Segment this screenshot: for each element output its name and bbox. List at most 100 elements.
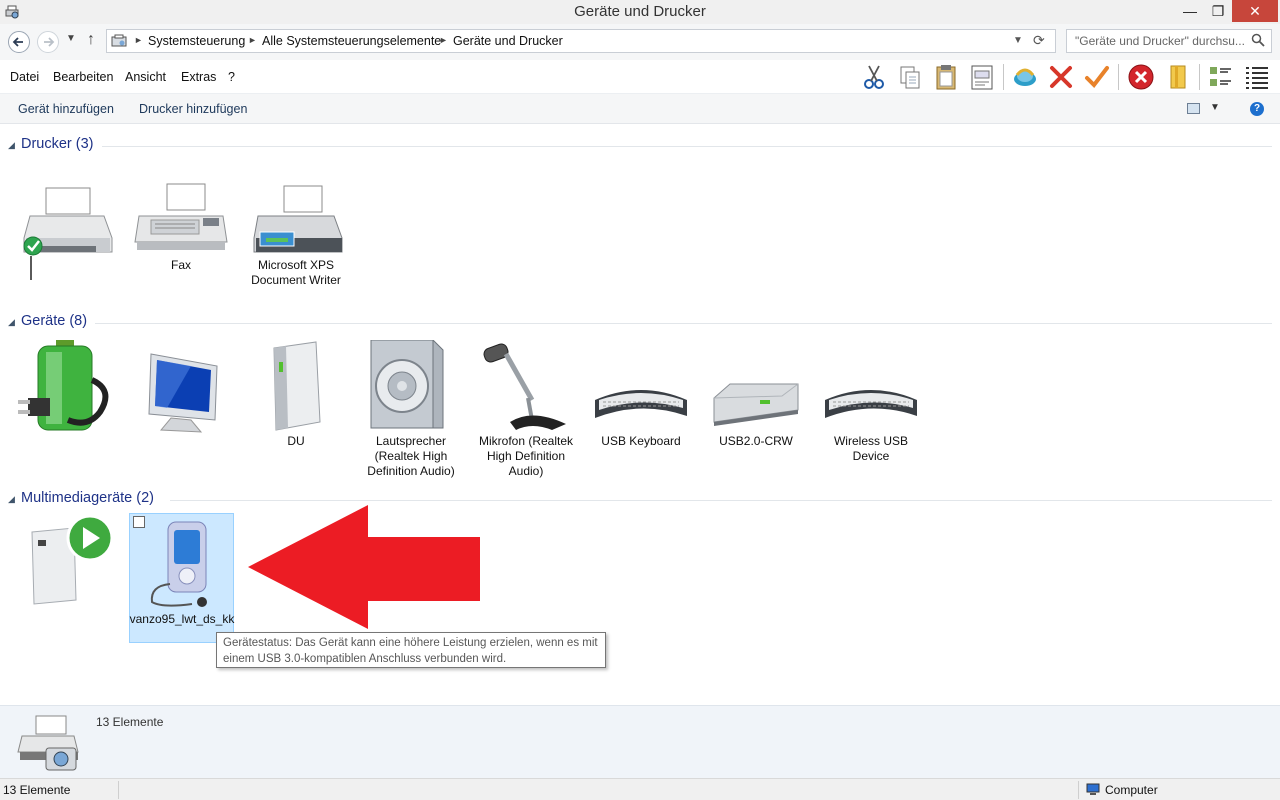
- delete-icon[interactable]: [1047, 63, 1075, 91]
- device-label: DU: [287, 434, 305, 448]
- collapse-triangle-icon[interactable]: ◢: [8, 317, 15, 328]
- breadcrumb-chevron-icon: ►: [134, 35, 143, 45]
- group-divider: [95, 323, 1272, 324]
- device-item-vanzo95[interactable]: vanzo95_lwt_ds_kk: [128, 514, 236, 644]
- list-view-icon[interactable]: [1243, 63, 1271, 91]
- details-view-icon[interactable]: [1206, 63, 1234, 91]
- folder-icon[interactable]: [1164, 63, 1192, 91]
- cut-icon[interactable]: [860, 63, 888, 91]
- maximize-button[interactable]: ❐: [1204, 0, 1232, 22]
- device-item-card-reader[interactable]: USB2.0-CRW: [702, 340, 810, 455]
- group-title: Multimediageräte (2): [21, 490, 154, 506]
- menu-datei[interactable]: Datei: [10, 70, 39, 84]
- menu-bar: Datei Bearbeiten Ansicht Extras ?: [0, 60, 1280, 94]
- toolbar-separator: [1199, 64, 1200, 90]
- speaker-icon: [370, 340, 444, 429]
- paste-icon[interactable]: [932, 63, 960, 91]
- forward-button[interactable]: [37, 31, 59, 53]
- add-device-button[interactable]: Gerät hinzufügen: [18, 102, 114, 116]
- address-bar[interactable]: ► Systemsteuerung ► Alle Systemsteuerung…: [106, 29, 1056, 53]
- close-button[interactable]: ✕: [1232, 0, 1278, 22]
- address-row: ▼ ↑ ► Systemsteuerung ► Alle Systemsteue…: [0, 24, 1280, 60]
- device-item-default-printer[interactable]: [12, 180, 120, 310]
- back-button[interactable]: [8, 31, 30, 53]
- media-player-icon: [150, 521, 207, 607]
- media-server-icon: [31, 514, 114, 605]
- keyboard-icon: [595, 390, 687, 418]
- device-item-xps-writer[interactable]: Microsoft XPS Document Writer: [242, 180, 350, 290]
- red-arrow-annotation: [248, 505, 480, 629]
- status-bar: 13 Elemente Computer: [0, 778, 1280, 800]
- details-pane: 13 Elemente: [0, 705, 1280, 778]
- menu-ansicht[interactable]: Ansicht: [125, 70, 166, 84]
- device-item-microphone[interactable]: Mikrofon (Realtek High Definition Audio): [472, 340, 580, 480]
- recent-locations-chevron-icon[interactable]: ▼: [66, 33, 76, 44]
- default-printer-icon: [23, 187, 113, 280]
- device-item-du[interactable]: DU: [242, 340, 350, 455]
- keyboard-icon: [825, 390, 917, 418]
- device-item-media-server[interactable]: [12, 514, 120, 614]
- device-item-wireless-usb[interactable]: Wireless USB Device: [817, 340, 925, 470]
- arrow-left-icon: [12, 37, 23, 47]
- search-placeholder: "Geräte und Drucker" durchsu...: [1075, 34, 1245, 48]
- card-reader-icon: [713, 383, 799, 426]
- help-icon[interactable]: ?: [1250, 102, 1264, 116]
- address-dropdown-chevron-icon[interactable]: ▼: [1013, 35, 1023, 46]
- search-icon[interactable]: [1251, 33, 1265, 47]
- breadcrumb-geraete-drucker[interactable]: Geräte und Drucker: [453, 34, 563, 48]
- device-label: USB2.0-CRW: [719, 434, 793, 448]
- stop-icon[interactable]: [1127, 63, 1155, 91]
- command-bar: Gerät hinzufügen Drucker hinzufügen ▼ ?: [0, 94, 1280, 124]
- group-divider: [170, 500, 1272, 501]
- toolbar-separator: [1118, 64, 1119, 90]
- menu-help[interactable]: ?: [228, 70, 235, 84]
- breadcrumb-systemsteuerung[interactable]: Systemsteuerung: [148, 34, 245, 48]
- copy-icon[interactable]: [896, 63, 924, 91]
- view-options-chevron-icon[interactable]: ▼: [1210, 102, 1220, 113]
- drive-tower-icon: [273, 341, 321, 431]
- group-header-geraete[interactable]: ◢ Geräte (8): [0, 313, 1280, 333]
- status-separator: [1078, 781, 1079, 799]
- window-title: Geräte und Drucker: [574, 3, 706, 20]
- computer-icon: [1086, 783, 1100, 795]
- group-title: Geräte (8): [21, 313, 88, 329]
- menu-bearbeiten[interactable]: Bearbeiten: [53, 70, 113, 84]
- breadcrumb-chevron-icon: ►: [439, 35, 448, 45]
- device-label: Fax: [170, 258, 191, 272]
- control-panel-icon: [111, 34, 127, 47]
- up-arrow-icon[interactable]: ↑: [87, 31, 95, 49]
- group-title: Drucker (3): [21, 136, 94, 152]
- menu-extras[interactable]: Extras: [181, 70, 216, 84]
- title-bar: Geräte und Drucker — ❐ ✕: [0, 0, 1280, 24]
- device-item-fax[interactable]: Fax: [127, 180, 235, 280]
- group-header-drucker[interactable]: ◢ Drucker (3): [0, 136, 1280, 156]
- collapse-triangle-icon[interactable]: ◢: [8, 494, 15, 505]
- network-icon[interactable]: [1011, 63, 1039, 91]
- check-icon[interactable]: [1083, 63, 1111, 91]
- device-label: Mikrofon (Realtek High Definition Audio): [478, 434, 574, 478]
- window: Geräte und Drucker — ❐ ✕ ▼ ↑ ► Systemste…: [0, 0, 1280, 800]
- minimize-button[interactable]: —: [1176, 0, 1204, 22]
- details-count: 13 Elemente: [96, 715, 164, 729]
- breadcrumb-alle-elemente[interactable]: Alle Systemsteuerungselemente: [262, 34, 441, 48]
- device-item-speaker[interactable]: Lautsprecher (Realtek High Definition Au…: [357, 340, 465, 480]
- change-view-icon[interactable]: [1187, 103, 1200, 114]
- device-item-monitor[interactable]: [127, 340, 235, 440]
- device-label: vanzo95_lwt_ds_kk: [129, 612, 235, 626]
- battery-plug-icon: [18, 340, 109, 431]
- collapse-triangle-icon[interactable]: ◢: [8, 140, 15, 151]
- devices-printers-icon: [17, 715, 79, 771]
- device-label: Wireless USB Device: [833, 434, 908, 463]
- add-printer-button[interactable]: Drucker hinzufügen: [139, 102, 247, 116]
- status-zone: Computer: [1105, 783, 1158, 797]
- monitor-icon: [148, 353, 218, 433]
- device-item-usb-keyboard[interactable]: USB Keyboard: [587, 340, 695, 455]
- device-status-tooltip: Gerätestatus: Das Gerät kann eine höhere…: [216, 632, 606, 668]
- search-input[interactable]: "Geräte und Drucker" durchsu...: [1066, 29, 1272, 53]
- properties-icon[interactable]: [968, 63, 996, 91]
- refresh-icon[interactable]: ⟳: [1033, 32, 1045, 49]
- toolbar-separator: [1003, 64, 1004, 90]
- device-item-power[interactable]: [12, 340, 120, 440]
- group-header-multimedia[interactable]: ◢ Multimediageräte (2): [0, 490, 1280, 510]
- device-label: Microsoft XPS Document Writer: [251, 258, 341, 287]
